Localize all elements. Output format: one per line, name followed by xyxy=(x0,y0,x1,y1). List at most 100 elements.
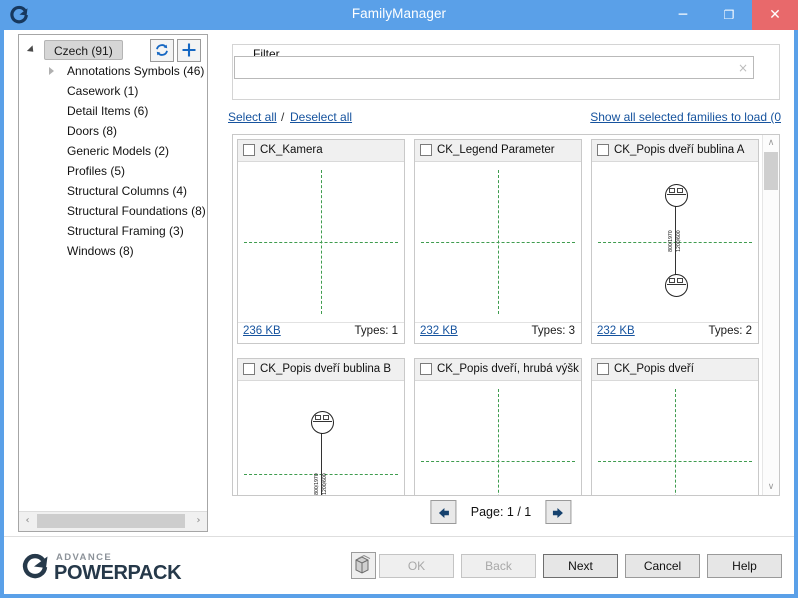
family-types-count: Types: 3 xyxy=(531,325,575,337)
tree-item[interactable]: Casework (1) xyxy=(19,81,207,101)
family-card[interactable]: CK_Popis dveří bublina A 800/1970 1200/600… xyxy=(591,139,759,344)
family-card-header: CK_Popis dveří xyxy=(592,359,758,381)
tree-item-label: Annotations Symbols (46) xyxy=(67,64,205,78)
family-card-title: CK_Popis dveří xyxy=(614,363,694,375)
scroll-right-icon[interactable]: › xyxy=(190,512,207,530)
family-card-footer: 232 KB Types: 3 xyxy=(415,322,581,344)
family-card-title: CK_Popis dveří bublina A xyxy=(614,144,745,156)
tree-item-label: Structural Columns (4) xyxy=(67,184,188,198)
tree-item-label: Structural Framing (3) xyxy=(67,224,184,238)
scrollbar-thumb[interactable] xyxy=(37,514,185,528)
family-checkbox[interactable] xyxy=(420,144,432,156)
family-card[interactable]: CK_Popis dveří xyxy=(591,358,759,495)
preview-vertical-axis xyxy=(498,389,499,495)
tree-horizontal-scrollbar[interactable]: ‹ › xyxy=(19,511,207,531)
family-card-header: CK_Popis dveří, hrubá výška xyxy=(415,359,581,381)
show-selected-families-link[interactable]: Show all selected families to load (0 xyxy=(590,110,781,124)
clear-filter-icon[interactable]: × xyxy=(736,61,750,75)
tree-item-label: Generic Models (2) xyxy=(67,144,170,158)
family-manager-window: FamilyManager ─ ❐ ✕ Czech (91) Annotatio… xyxy=(0,0,798,598)
family-size-link[interactable]: 236 KB xyxy=(243,325,281,337)
chevron-down-icon[interactable] xyxy=(26,45,37,55)
tree-item[interactable]: Windows (8) xyxy=(19,241,207,261)
tree-item[interactable]: Structural Framing (3) xyxy=(19,221,207,241)
select-all-link[interactable]: Select all xyxy=(228,110,277,124)
family-checkbox[interactable] xyxy=(597,363,609,375)
tree-item[interactable]: Detail Items (6) xyxy=(19,101,207,121)
pagination-bar: Page: 1 / 1 xyxy=(222,500,780,530)
arrow-right-icon[interactable] xyxy=(545,500,572,524)
preview-horizontal-axis xyxy=(421,242,575,243)
family-preview xyxy=(238,162,404,322)
client-area: Czech (91) Annotations Symbols (46) Case… xyxy=(4,30,794,536)
family-card-grid: CK_Kamera 236 KB Types: 1 CK_Legend Paramet… xyxy=(233,135,764,495)
family-card[interactable]: CK_Kamera 236 KB Types: 1 xyxy=(237,139,405,344)
tree-item-label: Profiles (5) xyxy=(67,164,126,178)
family-card[interactable]: CK_Popis dveří, hrubá výška xyxy=(414,358,582,495)
refresh-icon[interactable] xyxy=(150,39,174,62)
tree-item-label: Windows (8) xyxy=(67,244,134,258)
tree-root-item-czech[interactable]: Czech (91) xyxy=(44,40,123,60)
minimize-icon[interactable]: ─ xyxy=(660,0,706,30)
family-checkbox[interactable] xyxy=(243,363,255,375)
tree-root-row: Czech (91) xyxy=(19,39,207,62)
preview-horizontal-axis xyxy=(421,461,575,462)
deselect-all-link[interactable]: Deselect all xyxy=(290,110,352,124)
scroll-down-icon[interactable]: ∨ xyxy=(763,479,779,495)
family-size-link[interactable]: 232 KB xyxy=(420,325,458,337)
family-card-title: CK_Kamera xyxy=(260,144,323,156)
next-button[interactable]: Next xyxy=(543,554,618,578)
preview-dimension-text: 1200/600 xyxy=(676,230,682,252)
preview-horizontal-axis xyxy=(598,461,752,462)
tree-item-label: Casework (1) xyxy=(67,84,139,98)
tree-item[interactable]: Annotations Symbols (46) xyxy=(19,61,207,81)
family-gallery: CK_Kamera 236 KB Types: 1 CK_Legend Paramet… xyxy=(232,134,780,496)
tree-item-label: Detail Items (6) xyxy=(67,104,149,118)
stacked-blocks-icon[interactable] xyxy=(351,552,376,579)
close-icon[interactable]: ✕ xyxy=(752,0,798,30)
tree-item[interactable]: Structural Foundations (8) xyxy=(19,201,207,221)
page-indicator: Page: 1 / 1 xyxy=(470,505,532,519)
family-card[interactable]: CK_Legend Parameter 232 KB Types: 3 xyxy=(414,139,582,344)
family-size-link[interactable]: 232 KB xyxy=(597,325,635,337)
title-bar: FamilyManager ─ ❐ ✕ xyxy=(0,0,798,30)
scroll-left-icon[interactable]: ‹ xyxy=(19,512,36,530)
links-separator: / xyxy=(281,110,285,124)
family-card-header: CK_Kamera xyxy=(238,140,404,162)
preview-tag-bubble xyxy=(664,184,688,207)
scroll-up-icon[interactable]: ∧ xyxy=(763,135,779,151)
preview-horizontal-axis xyxy=(244,242,398,243)
cancel-button[interactable]: Cancel xyxy=(625,554,700,578)
family-card[interactable]: CK_Popis dveří bublina B 800/1970 1200/600 xyxy=(237,358,405,495)
plus-icon[interactable] xyxy=(177,39,201,62)
maximize-icon[interactable]: ❐ xyxy=(706,0,752,30)
filter-input[interactable] xyxy=(234,56,754,79)
family-card-header: CK_Legend Parameter xyxy=(415,140,581,162)
family-checkbox[interactable] xyxy=(420,363,432,375)
chevron-right-icon[interactable] xyxy=(49,67,54,75)
help-button[interactable]: Help xyxy=(707,554,782,578)
category-tree-panel: Czech (91) Annotations Symbols (46) Case… xyxy=(18,34,208,532)
selection-links-row: Select all / Deselect all Show all selec… xyxy=(228,110,781,128)
tree-item-label: Doors (8) xyxy=(67,124,118,138)
family-checkbox[interactable] xyxy=(243,144,255,156)
tree-item[interactable]: Generic Models (2) xyxy=(19,141,207,161)
tree-item[interactable]: Doors (8) xyxy=(19,121,207,141)
back-button: Back xyxy=(461,554,536,578)
preview-dimension-text: 1200/600 xyxy=(322,473,328,495)
preview-tag-bubble xyxy=(664,274,688,297)
family-checkbox[interactable] xyxy=(597,144,609,156)
arrow-left-icon[interactable] xyxy=(430,500,457,524)
preview-vertical-axis xyxy=(675,389,676,495)
family-card-title: CK_Popis dveří bublina B xyxy=(260,363,392,375)
tree-item[interactable]: Structural Columns (4) xyxy=(19,181,207,201)
scrollbar-thumb[interactable] xyxy=(764,152,778,190)
tree-item[interactable]: Profiles (5) xyxy=(19,161,207,181)
preview-tag-bubble xyxy=(310,411,334,434)
bubble-mark xyxy=(676,188,683,193)
bubble-mark xyxy=(322,415,329,420)
gallery-vertical-scrollbar[interactable]: ∧ ∨ xyxy=(762,135,779,495)
logo-mark-icon xyxy=(18,552,52,582)
family-card-footer: 236 KB Types: 1 xyxy=(238,322,404,344)
ok-button: OK xyxy=(379,554,454,578)
